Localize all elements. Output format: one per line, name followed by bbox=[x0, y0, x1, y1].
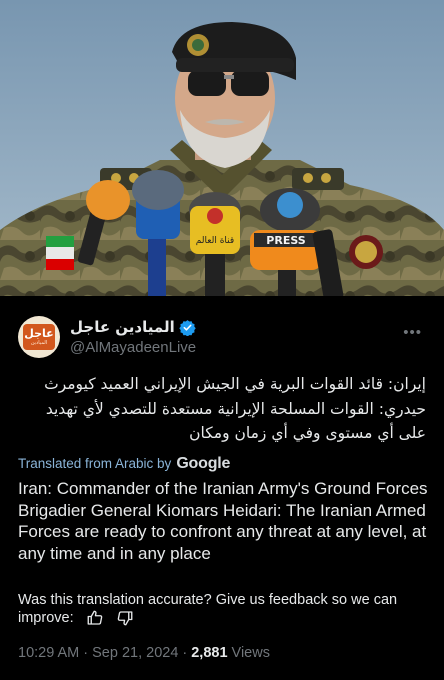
author-display-name[interactable]: الميادين عاجل bbox=[70, 318, 175, 336]
translated-label: Translated from Arabic by bbox=[18, 456, 172, 471]
author-name-row: الميادين عاجل bbox=[70, 318, 196, 336]
tweet-meta: 10:29 AM · Sep 21, 2024 · 2,881 Views bbox=[18, 645, 270, 661]
views-label: Views bbox=[231, 645, 270, 661]
avatar-logo-subtext: الميادين bbox=[30, 339, 48, 346]
thumbs-up-icon[interactable] bbox=[86, 609, 104, 627]
tweet-photo[interactable]: قناة العالم PRESS bbox=[0, 0, 444, 296]
translation-feedback: Was this translation accurate? Give us f… bbox=[18, 591, 428, 627]
google-logo: Google bbox=[176, 455, 231, 472]
tweet-time[interactable]: 10:29 AM bbox=[18, 645, 79, 661]
press-conference-image: قناة العالم PRESS bbox=[0, 0, 444, 296]
tweet-text-translated: Iran: Commander of the Iranian Army's Gr… bbox=[18, 479, 428, 563]
views-count: 2,881 bbox=[191, 645, 228, 661]
tweet-text-arabic: إيران: قائد القوات البرية في الجيش الإير… bbox=[44, 375, 426, 442]
avatar-logo-text: عاجل bbox=[24, 326, 54, 340]
mic-label-press: PRESS bbox=[266, 234, 305, 247]
translation-attribution[interactable]: Translated from Arabic by Google bbox=[18, 455, 230, 473]
feedback-text: Was this translation accurate? Give us f… bbox=[18, 592, 398, 626]
tweet-date[interactable]: Sep 21, 2024 bbox=[92, 645, 178, 661]
avatar[interactable]: عاجل الميادين bbox=[18, 316, 60, 358]
tweet: عاجل الميادين الميادين عاجل @AlMayadeenL… bbox=[0, 296, 444, 680]
more-options-icon[interactable]: ••• bbox=[403, 324, 422, 341]
meta-separator: · bbox=[83, 645, 89, 661]
avatar-logo: عاجل الميادين bbox=[23, 324, 55, 350]
mic-label-alalam: قناة العالم bbox=[196, 236, 234, 246]
meta-separator: · bbox=[182, 645, 188, 661]
author-handle[interactable]: @AlMayadeenLive bbox=[70, 339, 196, 356]
verified-badge-icon bbox=[179, 319, 196, 336]
thumbs-down-icon[interactable] bbox=[116, 609, 134, 627]
